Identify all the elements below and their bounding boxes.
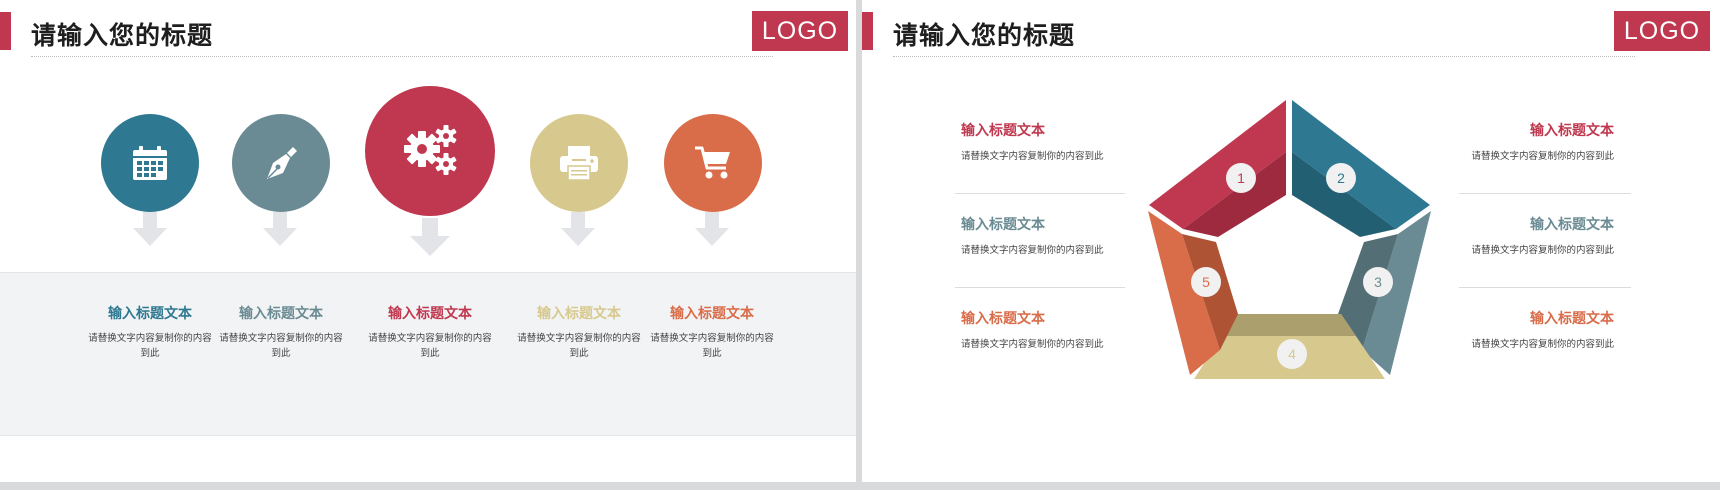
divider: [1459, 287, 1631, 288]
down-arrow-icon: [133, 212, 167, 246]
svg-text:2: 2: [1337, 170, 1345, 186]
right-item-2: 输入标题文本 请替换文字内容复制你的内容到此: [1424, 214, 1614, 256]
gears-icon: [404, 125, 457, 175]
logo: LOGO: [752, 11, 848, 51]
logo: LOGO: [1614, 11, 1710, 51]
card-body: 请替换文字内容复制你的内容到此: [219, 333, 343, 359]
svg-text:5: 5: [1202, 274, 1210, 290]
divider: [955, 193, 1125, 194]
segment-number-1: 1: [1226, 163, 1256, 193]
pen-circle[interactable]: [232, 114, 330, 212]
slide-2: 请输入您的标题 LOGO 1 2 3 4 5 输入标题文本 请替换文字内容复制你…: [862, 0, 1720, 482]
title-accent-bar: [862, 12, 873, 50]
segment-number-5: 5: [1191, 267, 1221, 297]
svg-text:4: 4: [1288, 346, 1296, 362]
title-accent-bar: [0, 12, 11, 50]
item-body: 请替换文字内容复制你的内容到此: [1471, 151, 1614, 162]
card-3: 输入标题文本 请替换文字内容复制你的内容到此: [368, 303, 492, 361]
slide-1: 请输入您的标题 LOGO 输入标题文本 请替换文字内容复制你的内容到此 输入标题…: [0, 0, 856, 482]
title-divider: [31, 56, 773, 57]
card-body: 请替换文字内容复制你的内容到此: [517, 333, 641, 359]
down-arrow-icon: [561, 212, 595, 246]
svg-text:1: 1: [1237, 170, 1245, 186]
cart-circle[interactable]: [664, 114, 762, 212]
down-arrow-icon: [695, 212, 729, 246]
item-body: 请替换文字内容复制你的内容到此: [961, 151, 1104, 162]
shopping-cart-icon: [695, 146, 730, 179]
card-title: 输入标题文本: [537, 306, 621, 322]
card-body: 请替换文字内容复制你的内容到此: [650, 333, 774, 359]
calendar-circle[interactable]: [101, 114, 199, 212]
segment-number-2: 2: [1326, 163, 1356, 193]
svg-text:3: 3: [1374, 274, 1382, 290]
left-item-3: 输入标题文本 请替换文字内容复制你的内容到此: [961, 308, 1151, 350]
segment-number-3: 3: [1363, 267, 1393, 297]
printer-circle[interactable]: [530, 114, 628, 212]
left-item-2: 输入标题文本 请替换文字内容复制你的内容到此: [961, 214, 1151, 256]
down-arrow-icon: [410, 218, 450, 256]
item-title: 输入标题文本: [961, 123, 1045, 139]
item-title: 输入标题文本: [961, 311, 1045, 327]
item-title: 输入标题文本: [1530, 123, 1614, 139]
slide-title: 请输入您的标题: [31, 21, 214, 50]
slide-title: 请输入您的标题: [893, 21, 1076, 50]
divider: [955, 287, 1125, 288]
card-body: 请替换文字内容复制你的内容到此: [88, 333, 212, 359]
card-1: 输入标题文本 请替换文字内容复制你的内容到此: [88, 303, 212, 361]
card-title: 输入标题文本: [108, 306, 192, 322]
card-title: 输入标题文本: [670, 306, 754, 322]
card-title: 输入标题文本: [388, 306, 472, 322]
card-4: 输入标题文本 请替换文字内容复制你的内容到此: [517, 303, 641, 361]
right-item-3: 输入标题文本 请替换文字内容复制你的内容到此: [1424, 308, 1614, 350]
divider: [1459, 193, 1631, 194]
item-title: 输入标题文本: [1530, 217, 1614, 233]
title-divider: [893, 56, 1635, 57]
printer-icon: [560, 146, 598, 181]
item-title: 输入标题文本: [1530, 311, 1614, 327]
gears-circle[interactable]: [365, 86, 495, 216]
item-body: 请替换文字内容复制你的内容到此: [961, 245, 1104, 256]
card-2: 输入标题文本 请替换文字内容复制你的内容到此: [219, 303, 343, 361]
calendar-icon: [133, 146, 167, 180]
card-body: 请替换文字内容复制你的内容到此: [368, 333, 492, 359]
item-body: 请替换文字内容复制你的内容到此: [1471, 245, 1614, 256]
item-body: 请替换文字内容复制你的内容到此: [961, 339, 1104, 350]
card-5: 输入标题文本 请替换文字内容复制你的内容到此: [650, 303, 774, 361]
item-body: 请替换文字内容复制你的内容到此: [1471, 339, 1614, 350]
left-item-1: 输入标题文本 请替换文字内容复制你的内容到此: [961, 120, 1151, 162]
item-title: 输入标题文本: [961, 217, 1045, 233]
down-arrow-icon: [263, 212, 297, 246]
pentagon-diagram: 1 2 3 4 5: [1148, 100, 1431, 379]
right-item-1: 输入标题文本 请替换文字内容复制你的内容到此: [1424, 120, 1614, 162]
pentagon-segment-4-shade: [1221, 314, 1356, 336]
segment-number-4: 4: [1277, 339, 1307, 369]
pen-nib-icon: [267, 147, 297, 179]
card-title: 输入标题文本: [239, 306, 323, 322]
